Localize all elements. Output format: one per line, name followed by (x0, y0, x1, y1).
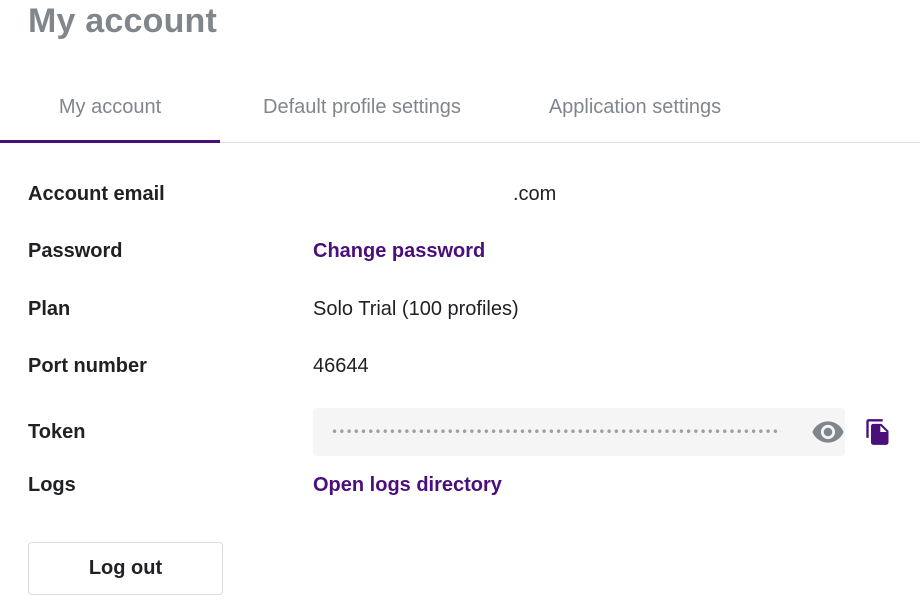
tab-my-account[interactable]: My account (0, 72, 220, 143)
account-email-value: .com (513, 182, 557, 205)
token-label: Token (28, 420, 86, 443)
account-email-label: Account email (28, 182, 165, 205)
open-logs-directory-link[interactable]: Open logs directory (313, 474, 502, 497)
plan-row: Plan Solo Trial (100 profiles) (28, 295, 908, 323)
page-title: My account (28, 2, 218, 40)
change-password-link[interactable]: Change password (313, 240, 485, 263)
port-number-row: Port number 46644 (28, 352, 908, 380)
port-number-value: 46644 (313, 354, 369, 377)
eye-icon[interactable] (811, 415, 845, 449)
copy-icon[interactable] (863, 415, 893, 449)
plan-value: Solo Trial (100 profiles) (313, 297, 519, 320)
port-number-label: Port number (28, 354, 147, 377)
settings-tabs: My account Default profile settings Appl… (0, 72, 920, 143)
logs-row: Logs Open logs directory (28, 471, 908, 499)
plan-label: Plan (28, 297, 71, 320)
tab-default-profile-settings[interactable]: Default profile settings (220, 72, 504, 142)
tab-application-settings[interactable]: Application settings (504, 72, 766, 142)
logs-label: Logs (28, 473, 76, 496)
password-row: Password Change password (28, 237, 908, 265)
token-field[interactable]: ••••••••••••••••••••••••••••••••••••••••… (313, 408, 845, 456)
password-label: Password (28, 239, 123, 262)
log-out-button[interactable]: Log out (28, 542, 223, 595)
account-email-row: Account email .com (28, 180, 908, 208)
account-page: My account My account Default profile se… (0, 0, 920, 607)
token-row: Token ••••••••••••••••••••••••••••••••••… (28, 408, 908, 456)
token-masked-value: ••••••••••••••••••••••••••••••••••••••••… (331, 425, 781, 439)
